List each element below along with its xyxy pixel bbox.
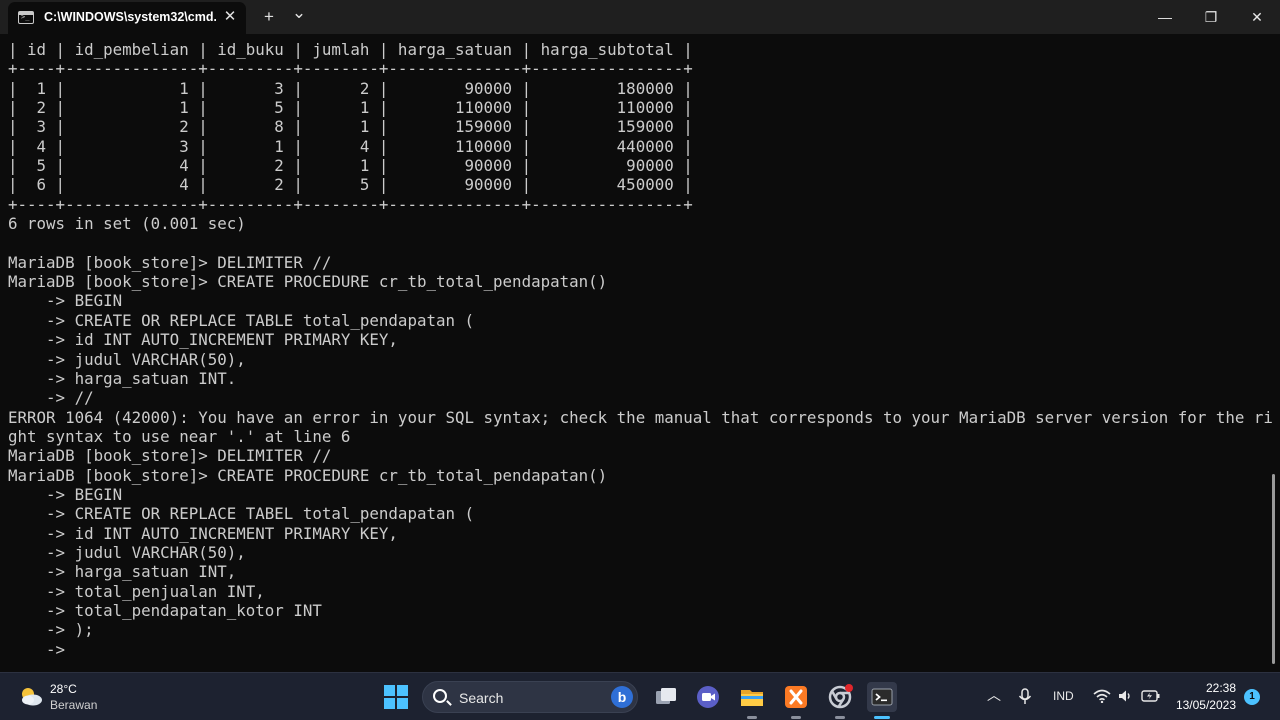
console-line: -> harga_satuan INT, bbox=[8, 562, 237, 582]
console-line: | id | id_pembelian | id_buku | jumlah |… bbox=[8, 40, 693, 59]
new-tab-button[interactable]: + bbox=[258, 6, 280, 28]
console-line: MariaDB [book_store]> CREATE PROCEDURE c… bbox=[8, 465, 608, 485]
file-explorer-running-indicator bbox=[747, 716, 757, 719]
console-line: | 5 | 4 | 2 | 1 | 90000 | 90000 | bbox=[8, 156, 693, 176]
console-line: -> id INT AUTO_INCREMENT PRIMARY KEY, bbox=[8, 330, 398, 350]
console-line: | 6 | 4 | 2 | 5 | 90000 | 450000 | bbox=[8, 175, 693, 195]
clock-date[interactable]: 13/05/2023 bbox=[1168, 698, 1236, 712]
tab-dropdown-button[interactable]: ⌄ bbox=[288, 2, 310, 24]
console-line: -> judul VARCHAR(50), bbox=[8, 349, 246, 369]
wifi-icon[interactable] bbox=[1093, 689, 1111, 703]
console-line: +----+--------------+---------+--------+… bbox=[8, 194, 693, 214]
weather-temperature[interactable]: 28°C bbox=[50, 682, 77, 696]
bing-icon[interactable]: b bbox=[611, 686, 633, 708]
console-line: -> ); bbox=[8, 620, 94, 640]
console-line: MariaDB [book_store]> DELIMITER // bbox=[8, 446, 332, 466]
file-explorer-icon[interactable] bbox=[737, 682, 767, 712]
console-line: -> // bbox=[8, 388, 94, 408]
scrollbar-thumb[interactable] bbox=[1272, 474, 1275, 664]
console-line: | 3 | 2 | 8 | 1 | 159000 | 159000 | bbox=[8, 117, 693, 137]
close-window-button[interactable]: ✕ bbox=[1234, 0, 1280, 34]
console-line: -> judul VARCHAR(50), bbox=[8, 542, 246, 562]
terminal-active-indicator bbox=[874, 716, 890, 719]
console-line: -> BEGIN bbox=[8, 291, 123, 311]
weather-description[interactable]: Berawan bbox=[50, 698, 97, 712]
xampp-running-indicator bbox=[791, 716, 801, 719]
console-line: -> harga_satuan INT. bbox=[8, 368, 237, 388]
search-icon bbox=[433, 689, 447, 703]
console-line: +----+--------------+---------+--------+… bbox=[8, 59, 693, 79]
chrome-running-indicator bbox=[835, 716, 845, 719]
task-view-icon[interactable] bbox=[651, 682, 681, 712]
volume-icon[interactable] bbox=[1117, 688, 1133, 704]
console-line: MariaDB [book_store]> CREATE PROCEDURE c… bbox=[8, 272, 608, 292]
chrome-icon[interactable] bbox=[825, 682, 855, 712]
chevron-up-icon[interactable]: ︿ bbox=[987, 685, 1001, 705]
console-line: | 2 | 1 | 5 | 1 | 110000 | 110000 | bbox=[8, 98, 693, 118]
close-tab-button[interactable]: ✕ bbox=[220, 7, 240, 27]
taskbar-search-box[interactable]: Search b bbox=[422, 681, 638, 713]
microphone-icon[interactable] bbox=[1018, 688, 1032, 706]
maximize-button[interactable]: ❐ bbox=[1188, 0, 1234, 34]
console-line: -> CREATE OR REPLACE TABLE total_pendapa… bbox=[8, 310, 475, 330]
xampp-icon[interactable] bbox=[781, 682, 811, 712]
console-line: ERROR 1064 (42000): You have an error in… bbox=[8, 407, 1273, 427]
console-line: 6 rows in set (0.001 sec) bbox=[8, 214, 246, 234]
console-line: -> total_penjualan INT, bbox=[8, 581, 265, 601]
battery-charging-icon[interactable] bbox=[1141, 689, 1161, 703]
console-line: -> BEGIN bbox=[8, 484, 123, 504]
terminal-taskbar-icon bbox=[871, 688, 893, 706]
console-line: | 1 | 1 | 3 | 2 | 90000 | 180000 | bbox=[8, 78, 693, 98]
console-line: -> CREATE OR REPLACE TABEL total_pendapa… bbox=[8, 504, 475, 524]
terminal-pane[interactable]: | id | id_pembelian | id_buku | jumlah |… bbox=[0, 34, 1280, 672]
terminal-icon bbox=[18, 11, 34, 24]
terminal-tab[interactable]: C:\WINDOWS\system32\cmd. ✕ bbox=[8, 2, 246, 34]
console-output: | id | id_pembelian | id_buku | jumlah |… bbox=[8, 40, 1273, 659]
minimize-button[interactable]: — bbox=[1142, 0, 1188, 34]
video-chat-icon[interactable] bbox=[693, 682, 723, 712]
console-line: -> id INT AUTO_INCREMENT PRIMARY KEY, bbox=[8, 523, 398, 543]
taskbar: 28°C Berawan Search b ︿ IND 22:38 13/05/… bbox=[0, 672, 1280, 720]
weather-cloudy-icon[interactable] bbox=[18, 685, 44, 707]
notification-badge[interactable]: 1 bbox=[1244, 689, 1260, 705]
terminal-taskbar-button[interactable] bbox=[867, 682, 897, 712]
clock-time[interactable]: 22:38 bbox=[1180, 681, 1236, 695]
console-line: | 4 | 3 | 1 | 4 | 110000 | 440000 | bbox=[8, 136, 693, 156]
console-line: -> total_pendapatan_kotor INT bbox=[8, 600, 322, 620]
console-line: MariaDB [book_store]> DELIMITER // bbox=[8, 252, 332, 272]
windows-start-icon[interactable] bbox=[384, 685, 408, 709]
language-indicator[interactable]: IND bbox=[1053, 689, 1074, 703]
search-placeholder: Search bbox=[459, 690, 504, 706]
console-line: ght syntax to use near '.' at line 6 bbox=[8, 426, 351, 446]
tab-title: C:\WINDOWS\system32\cmd. bbox=[44, 10, 216, 24]
title-bar[interactable]: C:\WINDOWS\system32\cmd. ✕ + ⌄ — ❐ ✕ bbox=[0, 0, 1280, 34]
console-line: -> bbox=[8, 639, 66, 659]
